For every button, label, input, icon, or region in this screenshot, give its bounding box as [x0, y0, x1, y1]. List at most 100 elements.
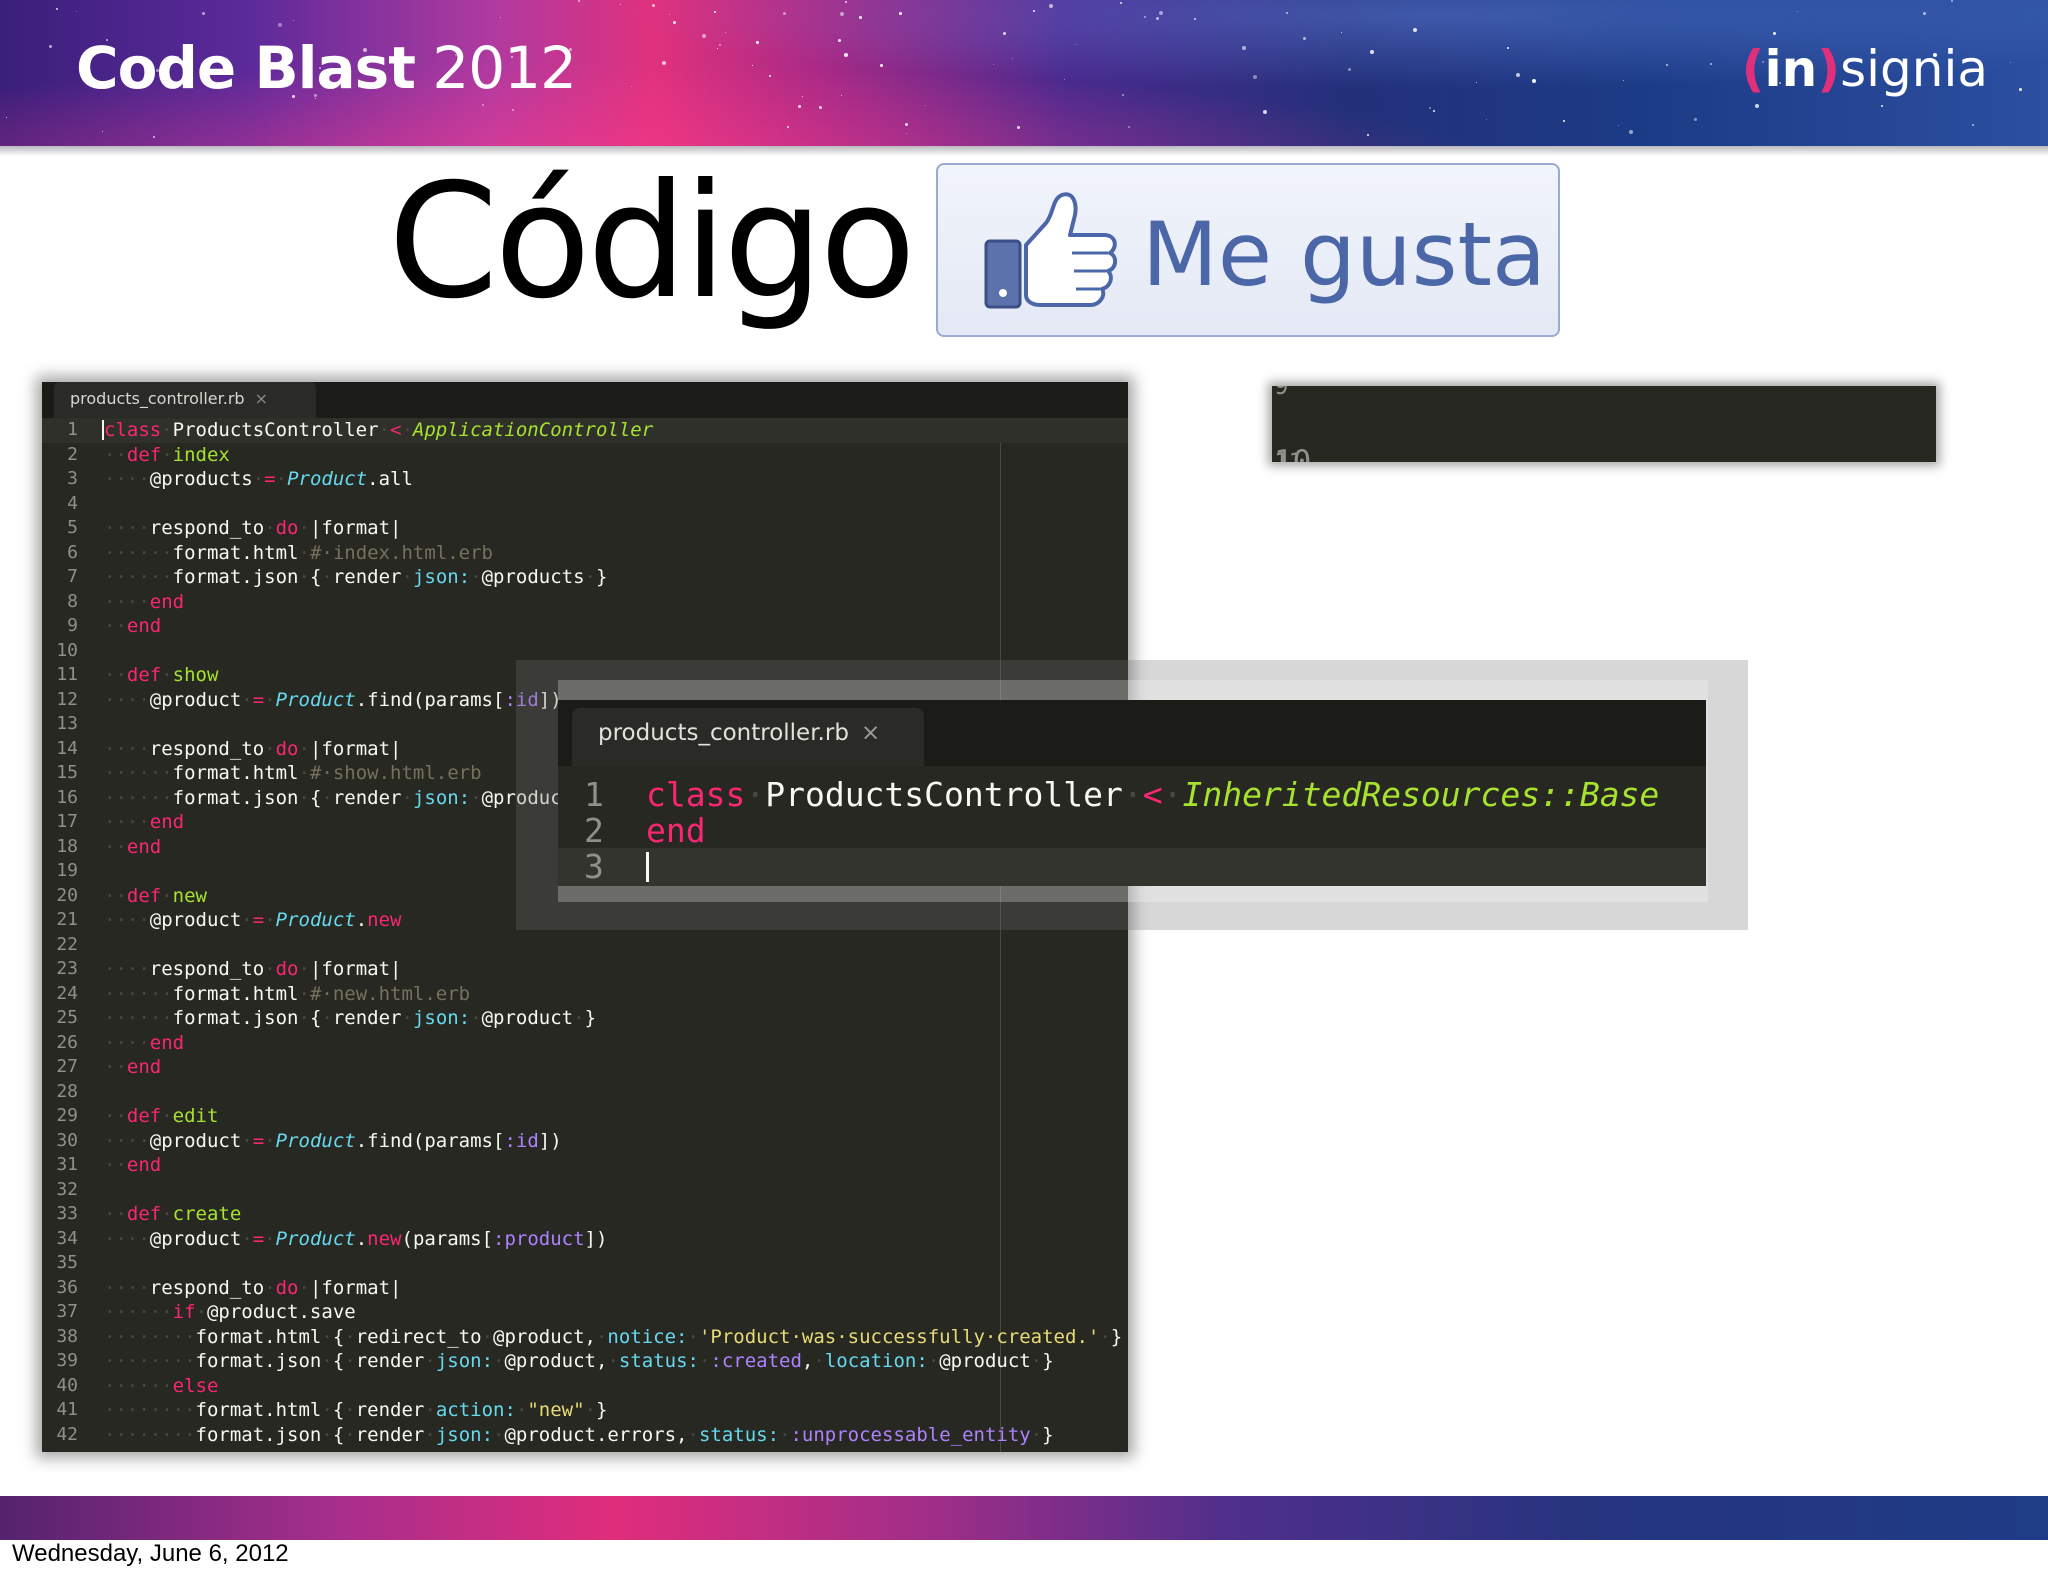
code-token: ······ — [104, 1301, 173, 1323]
code-token: } — [1042, 1350, 1054, 1372]
line-number: 25 — [56, 1007, 78, 1028]
code-token: render — [332, 1007, 402, 1029]
code-token: { — [309, 566, 322, 588]
code-token: Product — [275, 1129, 356, 1152]
code-token: , — [801, 1350, 814, 1372]
code-token: new — [367, 1227, 402, 1250]
code-token: .find(params[ — [355, 1129, 505, 1152]
code-token: :created — [710, 1350, 802, 1372]
line-number: 37 — [56, 1301, 78, 1322]
star-dot — [482, 104, 484, 106]
star-dot — [880, 64, 883, 67]
code-token: · — [321, 1350, 333, 1372]
close-icon[interactable]: × — [255, 389, 268, 408]
code-token: do — [275, 517, 299, 539]
code-token: · — [298, 541, 310, 564]
code-token: · — [321, 566, 333, 588]
code-text: ······format.html·#·new.html.erb — [104, 982, 470, 1007]
code-token: format.html — [195, 1399, 322, 1421]
star-dot — [202, 12, 205, 15]
code-token: · — [161, 1203, 173, 1225]
code-token: InheritedResources::Base — [1182, 775, 1660, 814]
code-token: ···· — [104, 1276, 150, 1299]
star-dot — [1951, 0, 1953, 2]
editor-tab-bar: products_controller.rb × — [558, 700, 1706, 766]
code-line: 37 ······if·@product.save — [42, 1300, 1128, 1325]
like-badge: Me gusta — [936, 163, 1560, 337]
code-token: ·· — [104, 664, 127, 686]
code-token: |format| — [309, 737, 402, 760]
code-token: · — [1030, 1350, 1043, 1372]
code-token: create — [172, 1203, 242, 1225]
star-dot — [993, 64, 994, 65]
code-token: { — [309, 786, 322, 809]
gemfile-snippet: 9 10 gem·'inherited_resources' 11 — [1272, 386, 1936, 462]
star-dot — [293, 20, 294, 21]
code-token: ···· — [104, 688, 150, 711]
code-token: } — [1110, 1325, 1123, 1348]
line-number: 24 — [56, 982, 78, 1004]
star-dot — [76, 11, 77, 12]
code-line: 42 ········format.json·{·render·json:·@pr… — [42, 1423, 1128, 1448]
code-line: 35 — [42, 1251, 1128, 1276]
code-text: ··def·show — [104, 663, 218, 688]
code-line: 4 — [42, 492, 1128, 517]
like-label: Me gusta — [1142, 203, 1546, 306]
code-token: @product — [149, 688, 242, 711]
code-token: · — [424, 1350, 436, 1372]
code-token: @product.errors, — [504, 1423, 688, 1446]
line-number: 26 — [56, 1031, 78, 1053]
star-dot — [1128, 126, 1130, 128]
code-token: · — [161, 443, 173, 466]
code-token: = — [252, 1227, 265, 1250]
code-token: render — [355, 1423, 425, 1446]
code-token: · — [241, 909, 253, 931]
star-dot — [102, 131, 103, 132]
code-token: format.html — [195, 1325, 322, 1348]
code-token: · — [298, 1276, 310, 1299]
star-dot — [1773, 32, 1776, 35]
code-token: · — [344, 1350, 356, 1372]
code-token: · — [321, 1007, 333, 1029]
star-dot — [1286, 12, 1288, 14]
star-dot — [841, 95, 842, 96]
editor-tab[interactable]: products_controller.rb × — [572, 708, 924, 766]
code-token: def — [126, 664, 162, 686]
code-text: ······format.html·#·index.html.erb — [104, 541, 493, 566]
code-token: · — [298, 517, 310, 539]
star-dot — [631, 86, 632, 87]
code-token: · — [252, 468, 265, 490]
code-token: class — [104, 419, 162, 441]
code-token: ······ — [104, 541, 173, 564]
code-token: ApplicationController — [412, 419, 654, 441]
code-token: respond_to — [149, 1276, 265, 1299]
code-token: ·· — [104, 615, 127, 637]
code-token: do — [275, 1276, 299, 1299]
close-icon[interactable]: × — [861, 720, 880, 746]
code-token: action: — [435, 1399, 516, 1421]
star-dot — [844, 53, 848, 57]
code-text: ··end — [104, 835, 161, 860]
code-token: } — [596, 1399, 608, 1421]
code-text: ······format.json·{·render·json:·@produc… — [104, 565, 607, 590]
code-token: ·· — [104, 1056, 127, 1078]
code-token: · — [195, 1301, 207, 1323]
code-token: · — [424, 1423, 436, 1446]
code-token: ]) — [584, 1227, 608, 1250]
code-token: ·· — [104, 1203, 127, 1225]
text-caret — [646, 852, 649, 882]
star-dot — [500, 17, 501, 18]
code-token: render — [332, 566, 402, 588]
code-token: format.html — [172, 982, 299, 1005]
code-token: :unprocessable_entity — [790, 1423, 1031, 1446]
code-token: · — [1162, 775, 1183, 814]
editor-tab[interactable]: products_controller.rb × — [54, 382, 316, 418]
code-token: def — [126, 443, 162, 466]
code-token: Product — [275, 909, 356, 931]
code-token: · — [573, 1007, 585, 1029]
code-text: ··end — [104, 1055, 161, 1080]
code-token: :id — [504, 1129, 539, 1152]
header-banner: Code Blast 2012 (in)signia — [0, 0, 2048, 146]
line-number: 3 — [67, 468, 78, 489]
code-text: ····end — [104, 590, 184, 615]
